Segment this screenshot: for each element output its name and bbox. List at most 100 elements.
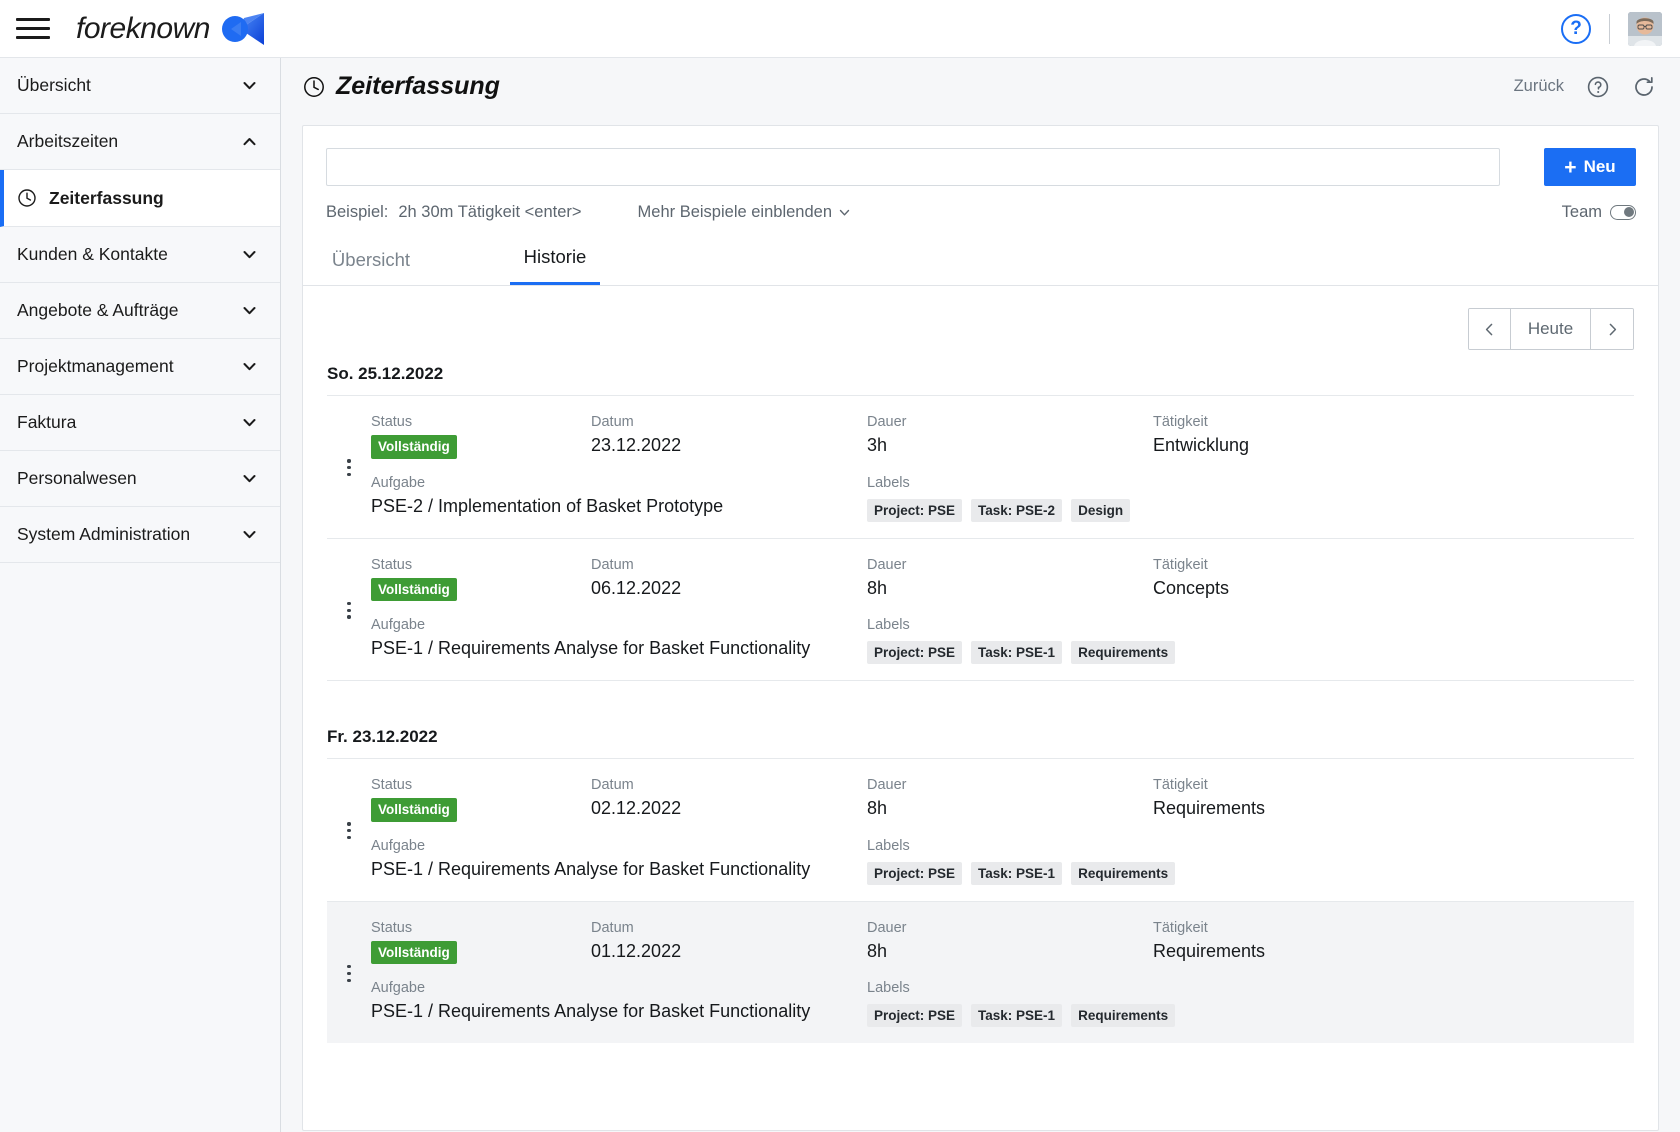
row-line-primary: Status Vollständig Datum 06.12.2022 Daue… xyxy=(371,557,1634,602)
field-label: Status xyxy=(371,556,413,573)
field-labels: Labels Project: PSE Task: PSE-2 Design xyxy=(867,475,1634,522)
prev-period-button[interactable] xyxy=(1469,309,1511,349)
field-dauer: Dauer 8h xyxy=(867,920,1153,965)
next-period-button[interactable] xyxy=(1591,309,1633,349)
label-chip: Task: PSE-1 xyxy=(971,861,1063,885)
back-button[interactable]: Zurück xyxy=(1514,77,1564,96)
more-examples-toggle[interactable]: Mehr Beispiele einblenden xyxy=(638,203,851,222)
field-aufgabe: Aufgabe PSE-1 / Requirements Analyse for… xyxy=(371,617,867,664)
field-label: Status xyxy=(371,919,413,936)
top-bar: foreknown ? xyxy=(0,0,1680,58)
row-menu-icon[interactable] xyxy=(327,557,371,665)
field-datum: Datum 23.12.2022 xyxy=(591,414,867,459)
field-label: Dauer xyxy=(867,414,907,430)
chevron-down-icon xyxy=(241,526,258,543)
field-dauer: Dauer 8h xyxy=(867,557,1153,602)
team-toggle[interactable]: Team xyxy=(1562,203,1636,222)
field-value: Requirements xyxy=(1153,798,1266,819)
sidebar-item-zeiterfassung[interactable]: Zeiterfassung xyxy=(0,170,280,227)
row-menu-icon[interactable] xyxy=(327,414,371,522)
field-dauer: Dauer 3h xyxy=(867,414,1153,459)
date-pagination: Heute xyxy=(1468,308,1634,350)
row-menu-icon[interactable] xyxy=(327,777,371,885)
time-entry-input-group: Beispiel: 2h 30m Tätigkeit <enter> Mehr … xyxy=(326,148,1500,222)
table-row[interactable]: Status Vollständig Datum 06.12.2022 Daue… xyxy=(327,537,1634,681)
clock-icon xyxy=(17,188,37,208)
field-taetigkeit: Tätigkeit Concepts xyxy=(1153,557,1453,602)
table-row[interactable]: Status Vollständig Datum 01.12.2022 Daue… xyxy=(327,900,1634,1044)
day-title: So. 25.12.2022 xyxy=(327,364,444,383)
table-row[interactable]: Status Vollständig Datum 23.12.2022 Daue… xyxy=(327,395,1634,538)
kebab-menu-icon xyxy=(347,601,351,619)
sidebar-item-personalwesen[interactable]: Personalwesen xyxy=(0,451,280,507)
page-header-actions: Zurück xyxy=(1514,75,1656,99)
time-entry-input[interactable] xyxy=(326,148,1500,186)
sidebar-item-projektmanagement[interactable]: Projektmanagement xyxy=(0,339,280,395)
help-circle-icon[interactable]: ? xyxy=(1561,13,1591,44)
label-chip: Task: PSE-1 xyxy=(971,1004,1063,1028)
label-chip-list: Project: PSE Task: PSE-1 Requirements xyxy=(867,1001,1634,1028)
row-line-primary: Status Vollständig Datum 02.12.2022 Daue… xyxy=(371,777,1634,822)
row-menu-icon[interactable] xyxy=(327,920,371,1028)
sidebar-item-system-administration[interactable]: System Administration xyxy=(0,507,280,563)
status-badge: Vollständig xyxy=(371,940,457,965)
field-taetigkeit: Tätigkeit Entwicklung xyxy=(1153,414,1453,459)
status-badge: Vollständig xyxy=(371,798,457,822)
field-label: Aufgabe xyxy=(371,837,426,854)
entry-actions: + Neu Team xyxy=(1516,148,1636,222)
row-line-primary: Status Vollständig Datum 01.12.2022 Daue… xyxy=(371,920,1634,965)
field-label: Datum xyxy=(591,777,634,794)
sidebar-item-arbeitszeiten[interactable]: Arbeitszeiten xyxy=(0,114,280,170)
label-chip-list: Project: PSE Task: PSE-1 Requirements xyxy=(867,638,1634,665)
field-label: Dauer xyxy=(867,919,907,936)
field-labels: Labels Project: PSE Task: PSE-1 Requirem… xyxy=(867,617,1634,665)
group-divider xyxy=(327,680,1634,682)
sidebar-item-label: Personalwesen xyxy=(17,468,137,488)
field-value: PSE-1 / Requirements Analyse for Basket … xyxy=(371,858,811,879)
field-label: Aufgabe xyxy=(371,474,426,491)
field-label: Labels xyxy=(867,837,910,854)
kebab-menu-icon xyxy=(347,822,351,840)
field-value: PSE-1 / Requirements Analyse for Basket … xyxy=(371,638,811,659)
new-entry-button[interactable]: + Neu xyxy=(1544,148,1636,186)
toggle-switch-icon[interactable] xyxy=(1610,205,1636,220)
field-label: Labels xyxy=(867,980,910,997)
pagination-row: Heute xyxy=(303,286,1658,350)
row-line-primary: Status Vollständig Datum 23.12.2022 Daue… xyxy=(371,414,1634,459)
tab-historie[interactable]: Historie xyxy=(510,236,600,285)
field-label: Status xyxy=(371,777,413,794)
sidebar-item-angebote-auftraege[interactable]: Angebote & Aufträge xyxy=(0,283,280,339)
top-bar-actions: ? xyxy=(1561,11,1680,46)
field-label: Status xyxy=(371,414,413,430)
help-circle-icon[interactable] xyxy=(1586,75,1610,99)
clock-icon xyxy=(302,75,326,99)
row-body: Status Vollständig Datum 06.12.2022 Daue… xyxy=(371,557,1634,665)
sidebar-item-kunden-kontakte[interactable]: Kunden & Kontakte xyxy=(0,227,280,283)
today-button[interactable]: Heute xyxy=(1511,309,1591,349)
table-row[interactable]: Status Vollständig Datum 02.12.2022 Daue… xyxy=(327,758,1634,901)
field-aufgabe: Aufgabe PSE-2 / Implementation of Basket… xyxy=(371,475,867,522)
tab-bar: Übersicht Historie xyxy=(303,236,1658,286)
row-body: Status Vollständig Datum 01.12.2022 Daue… xyxy=(371,920,1634,1028)
chevron-down-icon xyxy=(241,470,258,487)
field-label: Aufgabe xyxy=(371,617,426,634)
field-datum: Datum 06.12.2022 xyxy=(591,557,867,602)
status-badge: Vollständig xyxy=(371,577,457,602)
field-value: PSE-2 / Implementation of Basket Prototy… xyxy=(371,495,724,516)
field-datum: Datum 02.12.2022 xyxy=(591,777,867,822)
field-aufgabe: Aufgabe PSE-1 / Requirements Analyse for… xyxy=(371,838,867,885)
refresh-icon[interactable] xyxy=(1632,75,1656,99)
field-datum: Datum 01.12.2022 xyxy=(591,920,867,965)
avatar[interactable] xyxy=(1628,11,1662,46)
day-group: Fr. 23.12.2022 Status Vollständig Datum … xyxy=(303,713,1658,1044)
kebab-menu-icon xyxy=(347,459,351,477)
field-dauer: Dauer 8h xyxy=(867,777,1153,822)
brand-logo[interactable]: foreknown xyxy=(76,12,264,46)
sidebar-item-faktura[interactable]: Faktura xyxy=(0,395,280,451)
sidebar-item-uebersicht[interactable]: Übersicht xyxy=(0,58,280,114)
hamburger-menu-icon[interactable] xyxy=(16,14,52,44)
label-chip: Design xyxy=(1071,498,1131,522)
tab-uebersicht[interactable]: Übersicht xyxy=(326,239,416,285)
field-aufgabe: Aufgabe PSE-1 / Requirements Analyse for… xyxy=(371,980,867,1027)
chevron-right-icon xyxy=(1609,323,1616,335)
